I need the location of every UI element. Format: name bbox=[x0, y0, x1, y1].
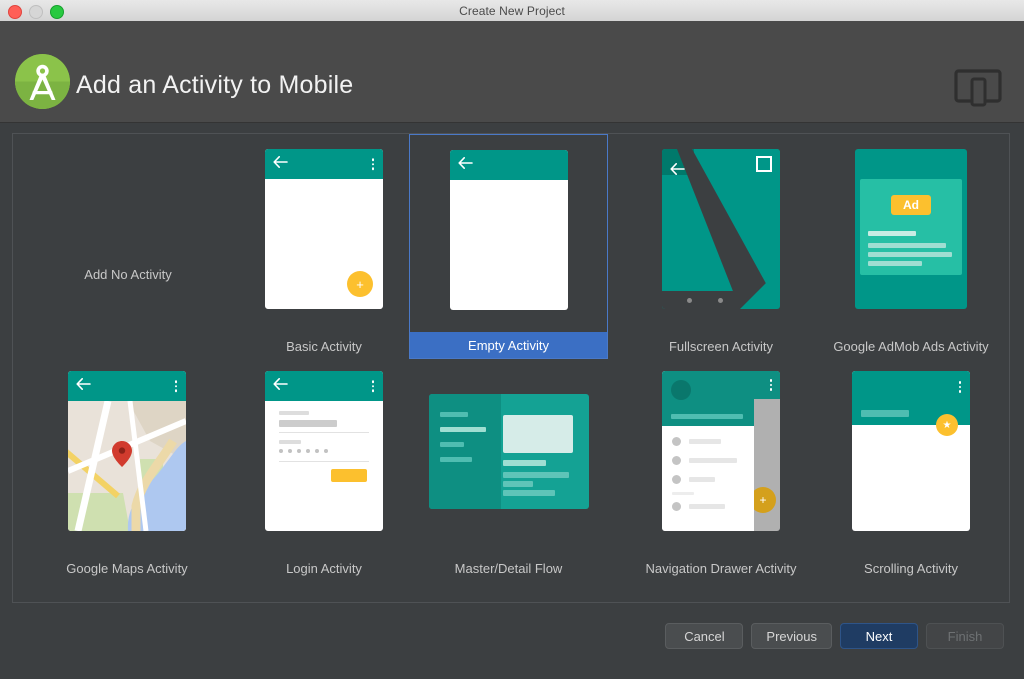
template-thumbnail bbox=[409, 366, 608, 536]
create-new-project-window: Create New Project Add an Activity to Mo… bbox=[0, 0, 1024, 679]
phone-preview bbox=[449, 150, 568, 310]
android-studio-logo-icon bbox=[15, 54, 70, 109]
template-label: Basic Activity bbox=[286, 338, 362, 354]
tablet-preview bbox=[428, 393, 589, 509]
ad-badge: Ad bbox=[891, 195, 931, 215]
drawer-header bbox=[662, 371, 755, 426]
page-title: Add an Activity to Mobile bbox=[76, 71, 354, 99]
template-thumbnail: Ad bbox=[813, 144, 1009, 314]
template-card-login-activity[interactable]: Login Activity bbox=[226, 366, 422, 581]
device-form-factor-icon[interactable] bbox=[954, 68, 1002, 108]
template-label: Google AdMob Ads Activity bbox=[833, 338, 989, 354]
activity-templates-grid: Add No Activity + Basic Activity Empty A… bbox=[13, 134, 1009, 602]
overflow-menu-icon bbox=[371, 380, 374, 392]
overflow-menu-icon bbox=[769, 379, 772, 391]
password-field-underline bbox=[279, 461, 369, 462]
window-titlebar: Create New Project bbox=[0, 0, 1024, 22]
app-bar bbox=[449, 150, 568, 180]
previous-button[interactable]: Previous bbox=[751, 623, 832, 649]
map-preview bbox=[68, 401, 186, 531]
template-label: Master/Detail Flow bbox=[454, 560, 563, 576]
minimize-window-button[interactable] bbox=[29, 5, 43, 19]
back-arrow-icon bbox=[457, 156, 473, 174]
template-label: Login Activity bbox=[286, 560, 362, 576]
maximize-window-button[interactable] bbox=[50, 5, 64, 19]
wizard-footer: Cancel Previous Next Finish bbox=[0, 607, 1024, 679]
window-title: Create New Project bbox=[459, 3, 565, 18]
template-label: Add No Activity bbox=[84, 266, 172, 282]
template-thumbnail bbox=[29, 366, 225, 536]
template-card-no-activity[interactable]: Add No Activity bbox=[33, 174, 223, 374]
overflow-menu-icon bbox=[958, 381, 961, 393]
template-label: Empty Activity bbox=[410, 332, 607, 358]
template-thumbnail: + bbox=[623, 366, 819, 536]
phone-preview bbox=[662, 149, 780, 309]
template-card-maps-activity[interactable]: Google Maps Activity bbox=[29, 366, 225, 581]
app-bar bbox=[265, 149, 383, 179]
finish-button: Finish bbox=[926, 623, 1004, 649]
app-bar bbox=[68, 371, 186, 401]
template-label: Scrolling Activity bbox=[864, 560, 958, 576]
close-window-button[interactable] bbox=[8, 5, 22, 19]
template-card-scrolling-activity[interactable]: ★ Scrolling Activity bbox=[813, 366, 1009, 581]
diagonal-wedge-icon bbox=[740, 269, 780, 309]
wizard-header: Add an Activity to Mobile bbox=[0, 21, 1024, 123]
floating-action-button-icon: ★ bbox=[936, 414, 958, 436]
email-field-value bbox=[279, 420, 337, 427]
template-label: Fullscreen Activity bbox=[668, 338, 774, 354]
overflow-menu-icon bbox=[174, 380, 177, 392]
drawer-list-item bbox=[672, 475, 715, 484]
email-field-underline bbox=[279, 432, 369, 433]
phone-preview: Ad bbox=[855, 149, 967, 309]
phone-preview bbox=[68, 371, 186, 531]
phone-preview bbox=[265, 371, 383, 531]
template-thumbnail: ★ bbox=[813, 366, 1009, 536]
password-field-label bbox=[279, 440, 301, 444]
window-traffic-lights bbox=[8, 5, 64, 19]
ad-card: Ad bbox=[860, 179, 962, 275]
password-field-value bbox=[279, 449, 328, 453]
drawer-account-name bbox=[671, 414, 743, 419]
template-label: Google Maps Activity bbox=[66, 560, 188, 576]
template-card-empty-activity[interactable]: Empty Activity bbox=[409, 134, 608, 359]
cancel-button[interactable]: Cancel bbox=[665, 623, 744, 649]
phone-preview: + bbox=[265, 149, 383, 309]
drawer-list-item bbox=[672, 437, 721, 446]
phone-preview: ★ bbox=[852, 371, 970, 531]
activity-templates-panel: Add No Activity + Basic Activity Empty A… bbox=[12, 133, 1010, 603]
app-bar-title bbox=[861, 410, 909, 417]
template-thumbnail bbox=[226, 366, 422, 536]
sign-in-button-preview bbox=[331, 469, 367, 482]
template-thumbnail: + bbox=[226, 144, 422, 314]
template-card-admob-activity[interactable]: Ad Google AdMob Ads Activity bbox=[813, 144, 1009, 359]
floating-action-button-icon: + bbox=[347, 271, 373, 297]
drawer-list-item bbox=[672, 502, 725, 511]
template-thumbnail bbox=[410, 145, 607, 315]
back-arrow-icon bbox=[273, 377, 288, 395]
map-pin-icon bbox=[112, 441, 132, 467]
back-arrow-icon bbox=[273, 155, 288, 173]
overflow-menu-icon bbox=[371, 158, 374, 170]
drawer-divider bbox=[672, 492, 694, 495]
wizard-button-row: Cancel Previous Next Finish bbox=[665, 623, 1004, 649]
template-card-basic-activity[interactable]: + Basic Activity bbox=[226, 144, 422, 359]
drawer-list-item bbox=[672, 456, 737, 465]
next-button[interactable]: Next bbox=[840, 623, 918, 649]
master-pane bbox=[428, 393, 501, 509]
template-label: Navigation Drawer Activity bbox=[645, 560, 797, 576]
template-card-navigation-drawer-activity[interactable]: + Navigation Drawer Activity bbox=[623, 366, 819, 581]
template-thumbnail bbox=[623, 144, 819, 314]
app-bar bbox=[265, 371, 383, 401]
email-field-label bbox=[279, 411, 309, 415]
navigation-drawer-panel bbox=[662, 371, 755, 531]
avatar bbox=[671, 380, 691, 400]
phone-preview: + bbox=[662, 371, 780, 531]
template-card-fullscreen-activity[interactable]: Fullscreen Activity bbox=[623, 144, 819, 359]
template-card-master-detail-flow[interactable]: Master/Detail Flow bbox=[409, 366, 608, 581]
back-arrow-icon bbox=[76, 377, 91, 395]
